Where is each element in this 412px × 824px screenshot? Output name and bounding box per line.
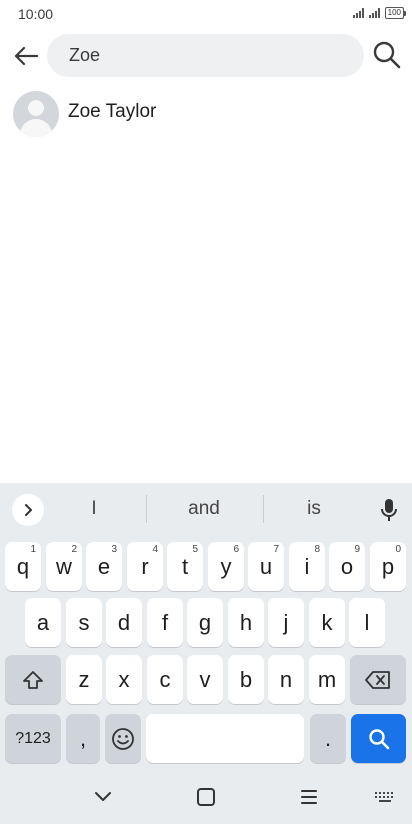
- key-h[interactable]: h: [228, 598, 264, 647]
- key-u[interactable]: u7: [248, 542, 284, 591]
- key-p[interactable]: p0: [370, 542, 406, 591]
- menu-icon: [301, 790, 317, 804]
- keyboard-icon: [375, 792, 393, 802]
- search-box: [47, 34, 364, 77]
- contact-result[interactable]: Zoe Taylor: [0, 88, 412, 140]
- key-q[interactable]: q1: [5, 542, 41, 591]
- key-m[interactable]: m: [309, 655, 345, 704]
- voice-input-button[interactable]: [372, 493, 406, 527]
- expand-toolbar-button[interactable]: [12, 494, 44, 526]
- suggestion-divider: [263, 495, 264, 523]
- back-arrow-icon: [14, 46, 39, 66]
- key-f[interactable]: f: [147, 598, 183, 647]
- key-a[interactable]: a: [25, 598, 61, 647]
- search-button[interactable]: [366, 34, 408, 76]
- key-w[interactable]: w2: [46, 542, 82, 591]
- key-t[interactable]: t5: [167, 542, 203, 591]
- search-header: [0, 30, 412, 82]
- key-j[interactable]: j: [268, 598, 304, 647]
- suggestion-divider: [146, 495, 147, 523]
- chevron-right-icon: [25, 504, 32, 516]
- key-b[interactable]: b: [228, 655, 264, 704]
- microphone-icon: [381, 499, 397, 521]
- emoji-icon: [112, 727, 134, 750]
- period-key[interactable]: .: [310, 714, 346, 763]
- comma-key[interactable]: ,: [66, 714, 100, 763]
- shift-key[interactable]: [5, 655, 61, 704]
- status-bar: 10:00 100: [0, 0, 412, 30]
- backspace-key[interactable]: [350, 655, 406, 704]
- search-icon: [368, 728, 389, 749]
- suggestion-3[interactable]: is: [269, 498, 359, 520]
- key-i[interactable]: i8: [289, 542, 325, 591]
- search-input[interactable]: [69, 34, 349, 77]
- chevron-down-icon: [95, 792, 111, 801]
- key-s[interactable]: s: [66, 598, 102, 647]
- search-icon: [373, 41, 401, 69]
- suggestion-1[interactable]: I: [49, 498, 139, 520]
- home-square-icon: [197, 788, 215, 806]
- keyboard-switch-button[interactable]: [370, 782, 400, 812]
- signal-icon-2: [368, 8, 380, 18]
- backspace-icon: [365, 670, 390, 689]
- hide-keyboard-button[interactable]: [88, 782, 118, 812]
- shift-icon: [23, 670, 43, 689]
- home-button[interactable]: [191, 782, 221, 812]
- keyboard: I and is q1 w2 e3 r4 t5 y6 u7 i8 o9 p0 a…: [0, 483, 412, 770]
- key-g[interactable]: g: [187, 598, 223, 647]
- key-d[interactable]: d: [106, 598, 142, 647]
- key-l[interactable]: l: [349, 598, 385, 647]
- space-key[interactable]: [146, 714, 304, 763]
- key-e[interactable]: e3: [86, 542, 122, 591]
- signal-icon: [352, 8, 364, 18]
- back-button[interactable]: [8, 38, 44, 74]
- key-k[interactable]: k: [309, 598, 345, 647]
- suggestion-bar: I and is: [0, 483, 412, 535]
- key-z[interactable]: z: [66, 655, 102, 704]
- battery-icon: 100: [384, 7, 407, 19]
- suggestion-2[interactable]: and: [159, 498, 249, 520]
- key-y[interactable]: y6: [208, 542, 244, 591]
- status-time: 10:00: [18, 6, 54, 22]
- symbols-key[interactable]: ?123: [5, 714, 61, 763]
- navigation-bar: [0, 770, 412, 824]
- avatar: [13, 91, 59, 137]
- menu-button[interactable]: [294, 782, 324, 812]
- key-c[interactable]: c: [147, 655, 183, 704]
- status-icons: 100: [352, 7, 407, 19]
- key-o[interactable]: o9: [329, 542, 365, 591]
- key-r[interactable]: r4: [127, 542, 163, 591]
- key-x[interactable]: x: [106, 655, 142, 704]
- search-enter-key[interactable]: [351, 714, 406, 763]
- emoji-key[interactable]: [105, 714, 141, 763]
- key-n[interactable]: n: [268, 655, 304, 704]
- contact-name: Zoe Taylor: [68, 101, 157, 122]
- key-v[interactable]: v: [187, 655, 223, 704]
